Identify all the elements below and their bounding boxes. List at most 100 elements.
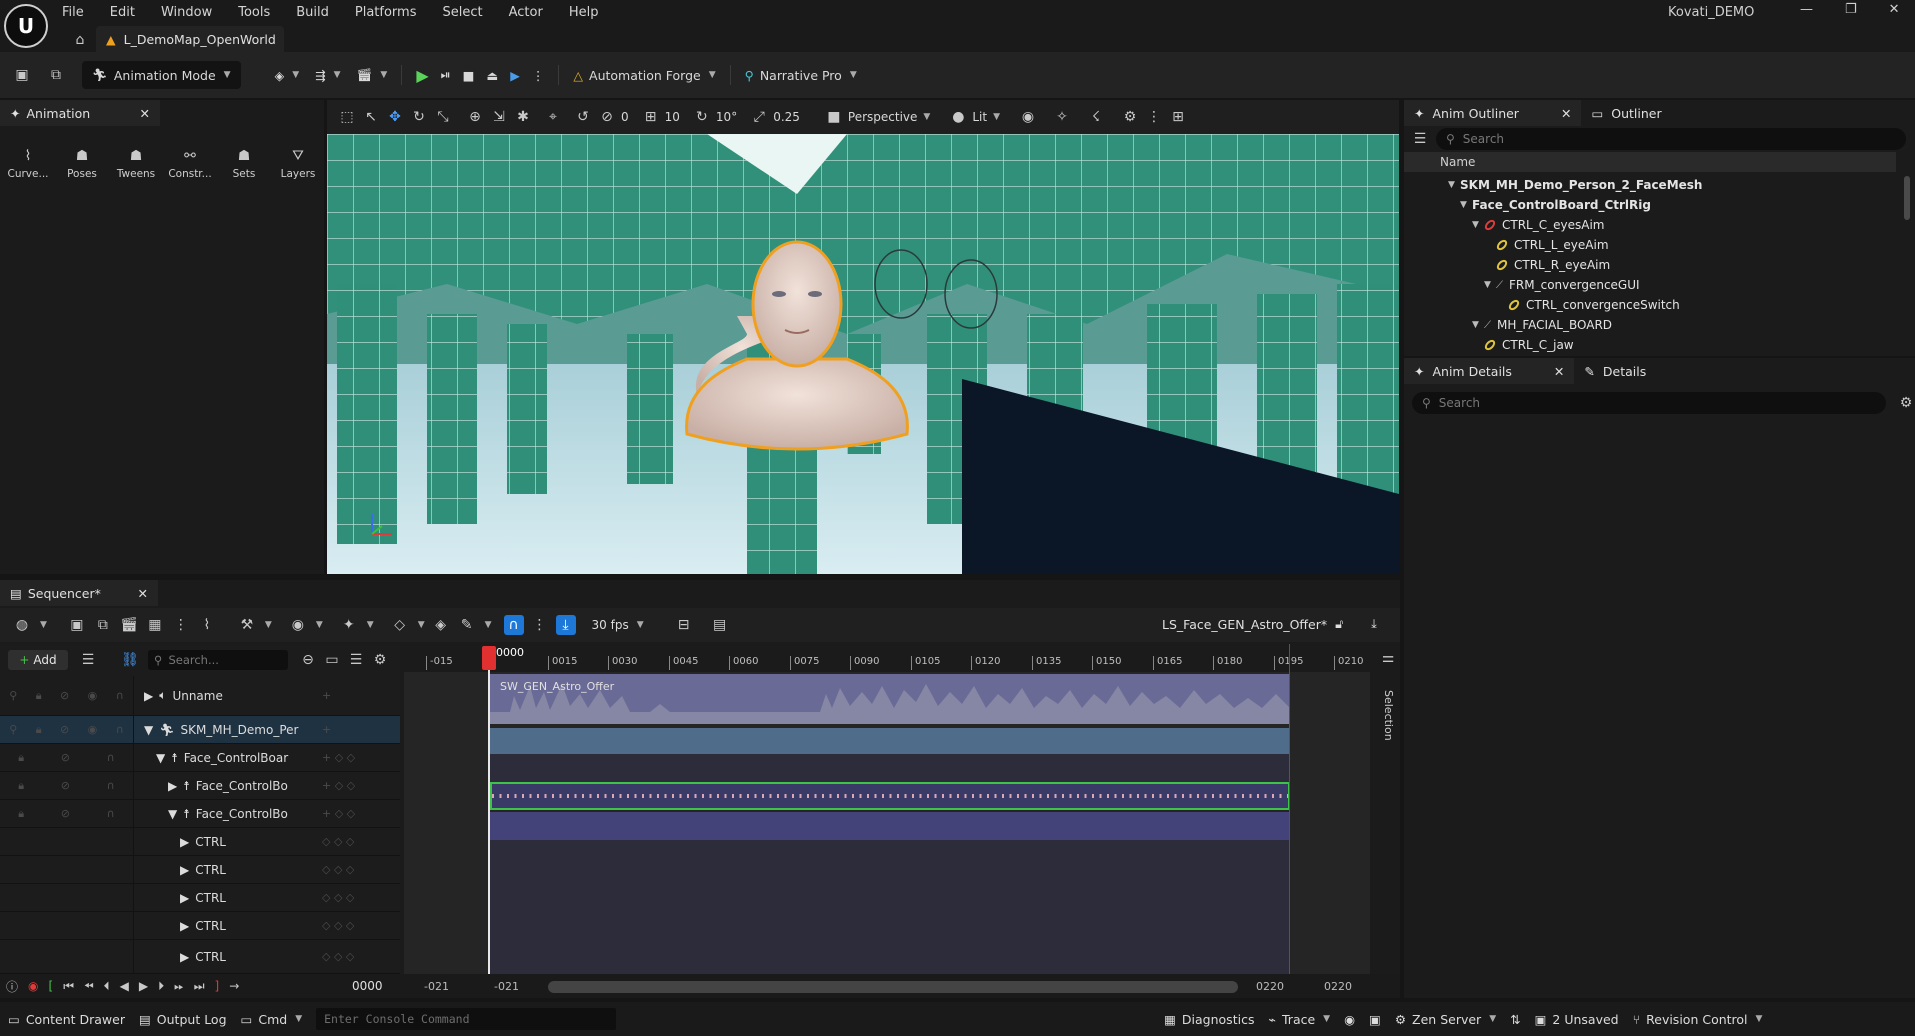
expand-icon[interactable]: ▶ xyxy=(180,919,189,933)
expand-icon[interactable]: ▼ xyxy=(1484,280,1496,290)
filter-icon[interactable]: ☰ xyxy=(78,650,98,670)
cinematics-button[interactable]: 🎬︎ ▼ xyxy=(349,61,396,89)
expand-icon[interactable]: ▼ xyxy=(1448,180,1460,190)
snap-icon[interactable]: ⇲ xyxy=(489,107,509,127)
find-icon[interactable]: ⧉ xyxy=(93,615,113,635)
edit-icon[interactable]: ✎ xyxy=(457,615,477,635)
scale-snap-icon[interactable]: ⤢ xyxy=(749,107,769,127)
camera-cut-icon[interactable]: ⊟ xyxy=(674,615,694,635)
sliders-icon[interactable]: ⚌ xyxy=(1378,648,1398,668)
track-keys[interactable]: + ◇ ◇ xyxy=(322,751,400,764)
track-keys[interactable]: ◇ ◇ ◇ xyxy=(322,950,400,963)
track-keys[interactable]: ◇ ◇ ◇ xyxy=(322,835,400,848)
world-icon[interactable]: ◍ xyxy=(12,615,32,635)
expand-icon[interactable]: ▼ xyxy=(1472,220,1484,230)
level-viewport[interactable]: ⬚ ↖ ✥ ↻ ⤡ ⊕ ⇲ ✱ ⌖ ↺ ⊘ 0 ⊞ 10 ↻ 10° ⤢ 0.2… xyxy=(327,100,1399,574)
lock-icon[interactable]: 🔒︎ xyxy=(18,751,24,765)
lock-icon[interactable]: 🔓︎ xyxy=(1335,616,1343,632)
next-frame-icon[interactable]: ⏵︎ xyxy=(158,979,164,994)
time-ruler[interactable]: -015 0015 0030 0045 0060 0075 0090 0105 … xyxy=(404,644,1370,672)
tree-item[interactable]: ▼ CTRL_C_eyesAim xyxy=(1440,215,1900,235)
expand-icon[interactable]: ▶ xyxy=(180,835,189,849)
track-row[interactable]: ▶ CTRL ◇ ◇ ◇ xyxy=(0,884,400,912)
cmd-button[interactable]: ▭ Cmd ▼ xyxy=(241,1012,303,1027)
control-section[interactable] xyxy=(490,812,1290,840)
control-rig-section[interactable] xyxy=(490,754,1290,782)
play-forward-icon[interactable]: ▶ xyxy=(139,979,148,993)
restore-icon[interactable]: ❐ xyxy=(1845,2,1857,17)
menu-help[interactable]: Help xyxy=(569,5,599,20)
save-icon[interactable]: ▣ xyxy=(67,615,87,635)
magnet-icon[interactable]: ∩ xyxy=(503,615,524,635)
eject-icon[interactable]: ⏏︎ xyxy=(486,68,498,83)
prev-frame-icon[interactable]: ⏴︎ xyxy=(104,979,110,994)
grid-snap-icon[interactable]: ⊘ xyxy=(597,107,617,127)
view-mode-button[interactable]: Perspective xyxy=(848,110,918,124)
output-log-button[interactable]: ▤ Output Log xyxy=(139,1012,227,1027)
expand-icon[interactable]: ▶ xyxy=(180,891,189,905)
play-reverse-icon[interactable]: ◀ xyxy=(120,979,129,993)
loop-icon[interactable]: → xyxy=(229,979,239,993)
tree-item[interactable]: ▼ Face_ControlBoard_CtrlRig xyxy=(1440,195,1900,215)
solo-icon[interactable]: ∩ xyxy=(107,807,115,820)
key-icon[interactable]: ◇ xyxy=(390,615,410,635)
lock-icon[interactable]: 🔒︎ xyxy=(18,807,24,821)
track-add[interactable]: + xyxy=(322,689,400,702)
more-options-icon[interactable]: ⋮ xyxy=(171,615,191,635)
render-icon[interactable]: 🎬︎ xyxy=(119,615,139,635)
tree-item[interactable]: ▼ ⟋ FRM_convergenceGUI xyxy=(1440,275,1900,295)
tool-curve[interactable]: ⌇ Curve... xyxy=(6,146,50,180)
record-icon[interactable]: ◉ xyxy=(28,979,38,993)
simulate-icon[interactable]: ▶ xyxy=(510,68,520,83)
expand-icon[interactable]: ▶ xyxy=(168,779,177,793)
save-icon[interactable]: ▣ xyxy=(12,65,32,85)
close-tab-icon[interactable]: ✕ xyxy=(1561,106,1571,121)
select-mode-icon[interactable]: ⬚ xyxy=(337,107,357,127)
home-icon[interactable]: ⌂ xyxy=(70,30,90,50)
end-marker[interactable] xyxy=(1289,644,1290,974)
track-row[interactable]: ▶ CTRL ◇ ◇ ◇ xyxy=(0,912,400,940)
animation-tab[interactable]: ✦ Animation ✕ xyxy=(0,100,160,126)
tree-item[interactable]: ▼ SKM_MH_Demo_Person_2_FaceMesh xyxy=(1440,175,1900,195)
show-icon[interactable]: ◉ xyxy=(1018,107,1038,127)
track-keys[interactable]: + ◇ ◇ xyxy=(322,779,400,792)
clapper-icon[interactable]: ▤ xyxy=(710,615,730,635)
sequencer-tab[interactable]: ▤ Sequencer* ✕ xyxy=(0,580,158,606)
expand-icon[interactable]: ▶ xyxy=(180,950,189,964)
expand-icon[interactable]: ▼ xyxy=(144,723,153,737)
tree-item[interactable]: CTRL_L_eyeAim xyxy=(1440,235,1900,255)
more-options-icon[interactable]: ⋮ xyxy=(1144,107,1164,127)
track-row[interactable]: ▶ CTRL ◇ ◇ ◇ xyxy=(0,828,400,856)
curve-editor-icon[interactable]: ⌇ xyxy=(197,615,217,635)
view-range-end[interactable]: 0220 xyxy=(1324,980,1352,993)
menu-platforms[interactable]: Platforms xyxy=(355,5,417,20)
menu-select[interactable]: Select xyxy=(443,5,483,20)
eye-icon[interactable]: ◉ xyxy=(88,723,98,736)
outliner-column-header[interactable]: Name xyxy=(1404,152,1896,172)
eye-icon[interactable]: ◉ xyxy=(88,689,98,702)
tool-sets[interactable]: ☗ Sets xyxy=(222,146,266,180)
menu-edit[interactable]: Edit xyxy=(110,5,135,20)
zen-server-button[interactable]: ⚙ Zen Server ▼ xyxy=(1395,1012,1496,1027)
jump-start-icon[interactable]: ⏮︎ xyxy=(63,979,74,994)
track-row[interactable]: 🔒︎ ⊘ ∩ ▼ ☨ Face_ControlBo + ◇ ◇ xyxy=(0,800,400,828)
grid-icon[interactable]: ⊞ xyxy=(641,107,661,127)
settings-icon[interactable]: ⚙ xyxy=(1896,393,1915,413)
tree-item[interactable]: CTRL_C_jaw xyxy=(1440,335,1900,355)
mute-icon[interactable]: ⊘ xyxy=(60,689,69,702)
solo-icon[interactable]: ∩ xyxy=(107,751,115,764)
close-icon[interactable]: ✕ xyxy=(1889,2,1900,17)
world-icon[interactable]: ⊕ xyxy=(465,107,485,127)
track-keys[interactable]: + ◇ ◇ xyxy=(322,807,400,820)
solo-icon[interactable]: ∩ xyxy=(107,779,115,792)
expand-icon[interactable]: ▶ xyxy=(180,863,189,877)
prev-key-icon[interactable]: ⏪︎ xyxy=(84,979,94,994)
outliner-search-input[interactable]: ⚲ Search xyxy=(1436,128,1906,150)
track-row[interactable]: ▶ CTRL ◇ ◇ ◇ xyxy=(0,856,400,884)
mute-icon[interactable]: ⊘ xyxy=(61,779,70,792)
track-row[interactable]: 🔒︎ ⊘ ∩ ▶ ☨ Face_ControlBo + ◇ ◇ xyxy=(0,772,400,800)
filter-icon[interactable]: ☰ xyxy=(1410,129,1430,149)
tree-item[interactable]: ▼ ⟋ MH_FACIAL_BOARD xyxy=(1440,315,1900,335)
expand-icon[interactable]: ▼ xyxy=(168,807,177,821)
pin-icon[interactable]: ⚲ xyxy=(9,723,17,736)
